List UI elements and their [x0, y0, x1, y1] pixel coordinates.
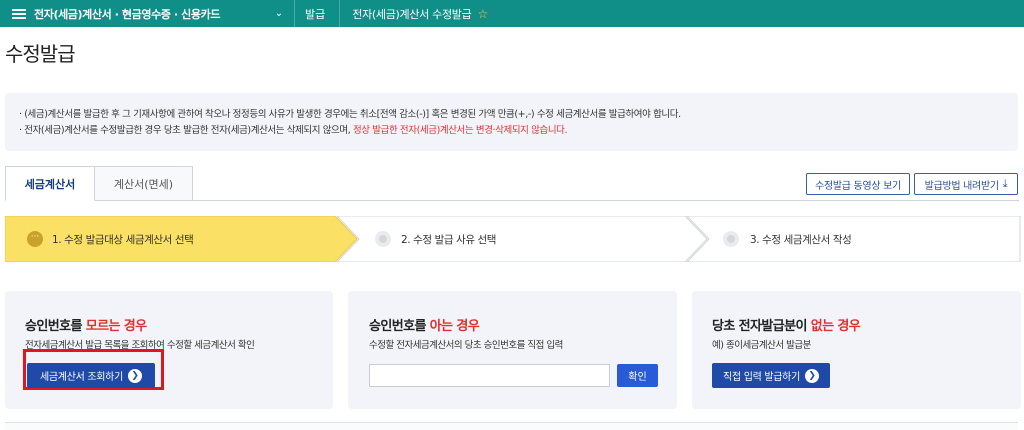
download-guide-label: 발급방법 내려받기: [924, 180, 999, 192]
top-navigation-bar: 전자(세금)계산서 · 현금영수증 · 신용카드 ⌄ 발급 전자(세금)계산서 …: [0, 0, 1024, 27]
arrow-right-icon: ❯: [127, 368, 142, 383]
step-3-pending-icon: [723, 231, 739, 247]
step-1-in-progress-icon: ···: [27, 231, 43, 247]
step-3-label: 3. 수정 세금계산서 작성: [750, 234, 852, 246]
card-none-description: 예) 종이세금계산서 발급분: [712, 340, 811, 351]
breadcrumb-current-page: 전자(세금)계산서 수정발급: [352, 7, 472, 21]
breadcrumb-issue[interactable]: 발급: [295, 6, 339, 22]
download-icon: ⤓: [1002, 177, 1008, 190]
card-known-title: 승인번호를 아는 경우: [369, 319, 480, 334]
card-none-title: 당초 전자발급분이 없는 경우: [712, 319, 861, 334]
notice-line-2: · 전자(세금)계산서를 수정발급한 경우 당초 발급한 전자(세금)계산서는 …: [19, 125, 568, 136]
tab-invoice-tax-exempt[interactable]: 계산서(면세): [95, 166, 193, 201]
card-approval-known: 승인번호를 아는 경우 수정할 전자세금계산서의 당초 승인번호를 직접 입력 …: [348, 291, 677, 409]
view-video-button[interactable]: 수정발급 동영상 보기: [806, 173, 910, 195]
view-video-label: 수정발급 동영상 보기: [815, 180, 901, 192]
step-progress: ··· 1. 수정 발급대상 세금계산서 선택 2. 수정 발급 사유 선택 3…: [5, 216, 1021, 262]
tab-underline: [193, 200, 1019, 201]
notice-warning-text: 정상 발급한 전자(세금)계산서는 변경·삭제되지 않습니다.: [352, 125, 568, 136]
card-unknown-title: 승인번호를 모르는 경우: [25, 319, 147, 334]
chevron-down-icon[interactable]: ⌄: [272, 8, 286, 19]
notice-box: · (세금)계산서를 발급한 후 그 기재사항에 관하여 착오나 정정등의 사유…: [5, 93, 1018, 151]
direct-input-issue-label: 직접 입력 발급하기: [723, 372, 800, 383]
direct-input-issue-button[interactable]: 직접 입력 발급하기 ❯: [712, 363, 830, 388]
arrow-right-icon: ❯: [804, 368, 819, 383]
step-2-label: 2. 수정 발급 사유 선택: [401, 234, 497, 246]
confirm-button[interactable]: 확인: [617, 364, 658, 387]
search-invoice-button[interactable]: 세금계산서 조회하기 ❯: [27, 363, 155, 388]
bottom-section-edge: [5, 422, 1018, 430]
card-approval-unknown: 승인번호를 모르는 경우 전자세금계산서 발급 목록을 조회하여 수정할 세금계…: [5, 291, 333, 409]
card-no-electronic-original: 당초 전자발급분이 없는 경우 예) 종이세금계산서 발급분 직접 입력 발급하…: [692, 291, 1021, 409]
step-2-pending-icon: [375, 231, 391, 247]
approval-number-input[interactable]: [369, 364, 610, 387]
favorite-star-icon[interactable]: ☆: [477, 7, 488, 21]
search-invoice-label: 세금계산서 조회하기: [40, 372, 123, 383]
tab-tax-invoice[interactable]: 세금계산서: [5, 166, 95, 201]
menu-icon[interactable]: [12, 8, 26, 19]
breadcrumb-section[interactable]: 전자(세금)계산서 · 현금영수증 · 신용카드: [34, 6, 272, 22]
download-guide-button[interactable]: 발급방법 내려받기 ⤓: [914, 173, 1018, 195]
step-1-label: 1. 수정 발급대상 세금계산서 선택: [52, 234, 194, 246]
step-2-shape: [336, 216, 708, 262]
invoice-type-tabs: 세금계산서 계산서(면세): [5, 166, 193, 201]
page-title: 수정발급: [5, 42, 76, 66]
notice-line-1: · (세금)계산서를 발급한 후 그 기재사항에 관하여 착오나 정정등의 사유…: [19, 109, 681, 120]
card-known-description: 수정할 전자세금계산서의 당초 승인번호를 직접 입력: [369, 340, 563, 351]
